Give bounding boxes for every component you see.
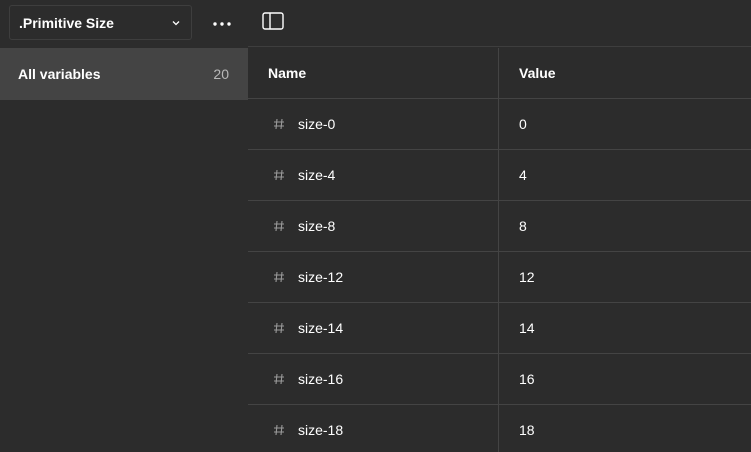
variable-value-cell[interactable]: 4 — [499, 150, 751, 200]
group-label: All variables — [18, 66, 101, 82]
variable-name: size-4 — [298, 167, 336, 183]
variable-value-cell[interactable]: 16 — [499, 354, 751, 404]
variable-name: size-8 — [298, 218, 336, 234]
table-body: size-0 0 size-4 4 size-8 8 size-12 12 si… — [248, 99, 751, 452]
variables-panel: .Primitive Size All variables 20 Name Va… — [0, 0, 751, 452]
more-options-button[interactable] — [205, 9, 239, 37]
variable-name-cell[interactable]: size-16 — [248, 354, 499, 404]
variable-value-cell[interactable]: 0 — [499, 99, 751, 149]
table-row[interactable]: size-18 18 — [248, 405, 751, 452]
variable-name-cell[interactable]: size-0 — [248, 99, 499, 149]
table-row[interactable]: size-0 0 — [248, 99, 751, 150]
variable-value-cell[interactable]: 18 — [499, 405, 751, 452]
table-row[interactable]: size-12 12 — [248, 252, 751, 303]
column-header-name: Name — [248, 48, 499, 98]
variable-name: size-16 — [298, 371, 344, 387]
more-horizontal-icon — [212, 14, 232, 32]
table-row[interactable]: size-14 14 — [248, 303, 751, 354]
collection-name: .Primitive Size — [19, 14, 114, 31]
group-item-all-variables[interactable]: All variables 20 — [0, 48, 248, 100]
hash-icon — [272, 372, 286, 386]
hash-icon — [272, 270, 286, 284]
variable-name: size-0 — [298, 116, 336, 132]
variable-name: size-18 — [298, 422, 344, 438]
table-header: Name Value — [248, 48, 751, 99]
hash-icon — [272, 321, 286, 335]
hash-icon — [272, 219, 286, 233]
variable-name-cell[interactable]: size-8 — [248, 201, 499, 251]
variable-name-cell[interactable]: size-14 — [248, 303, 499, 353]
variable-name: size-14 — [298, 320, 344, 336]
hash-icon — [272, 168, 286, 182]
collection-dropdown[interactable]: .Primitive Size — [9, 5, 192, 40]
hash-icon — [272, 117, 286, 131]
variable-value-cell[interactable]: 14 — [499, 303, 751, 353]
variable-name-cell[interactable]: size-4 — [248, 150, 499, 200]
toggle-sidebar-button[interactable] — [260, 10, 286, 36]
variable-value-cell[interactable]: 8 — [499, 201, 751, 251]
variable-name-cell[interactable]: size-18 — [248, 405, 499, 452]
table-row[interactable]: size-4 4 — [248, 150, 751, 201]
variables-table: Name Value size-0 0 size-4 4 size-8 8 si… — [248, 48, 751, 452]
hash-icon — [272, 423, 286, 437]
sidebar-panel-icon — [262, 11, 284, 35]
variable-name-cell[interactable]: size-12 — [248, 252, 499, 302]
group-count: 20 — [213, 66, 229, 82]
chevron-down-icon — [170, 17, 182, 29]
variable-value-cell[interactable]: 12 — [499, 252, 751, 302]
table-row[interactable]: size-8 8 — [248, 201, 751, 252]
collections-sidebar: .Primitive Size All variables 20 — [0, 0, 248, 452]
table-toolbar — [248, 0, 751, 47]
table-row[interactable]: size-16 16 — [248, 354, 751, 405]
variable-name: size-12 — [298, 269, 344, 285]
column-header-value: Value — [519, 65, 556, 81]
